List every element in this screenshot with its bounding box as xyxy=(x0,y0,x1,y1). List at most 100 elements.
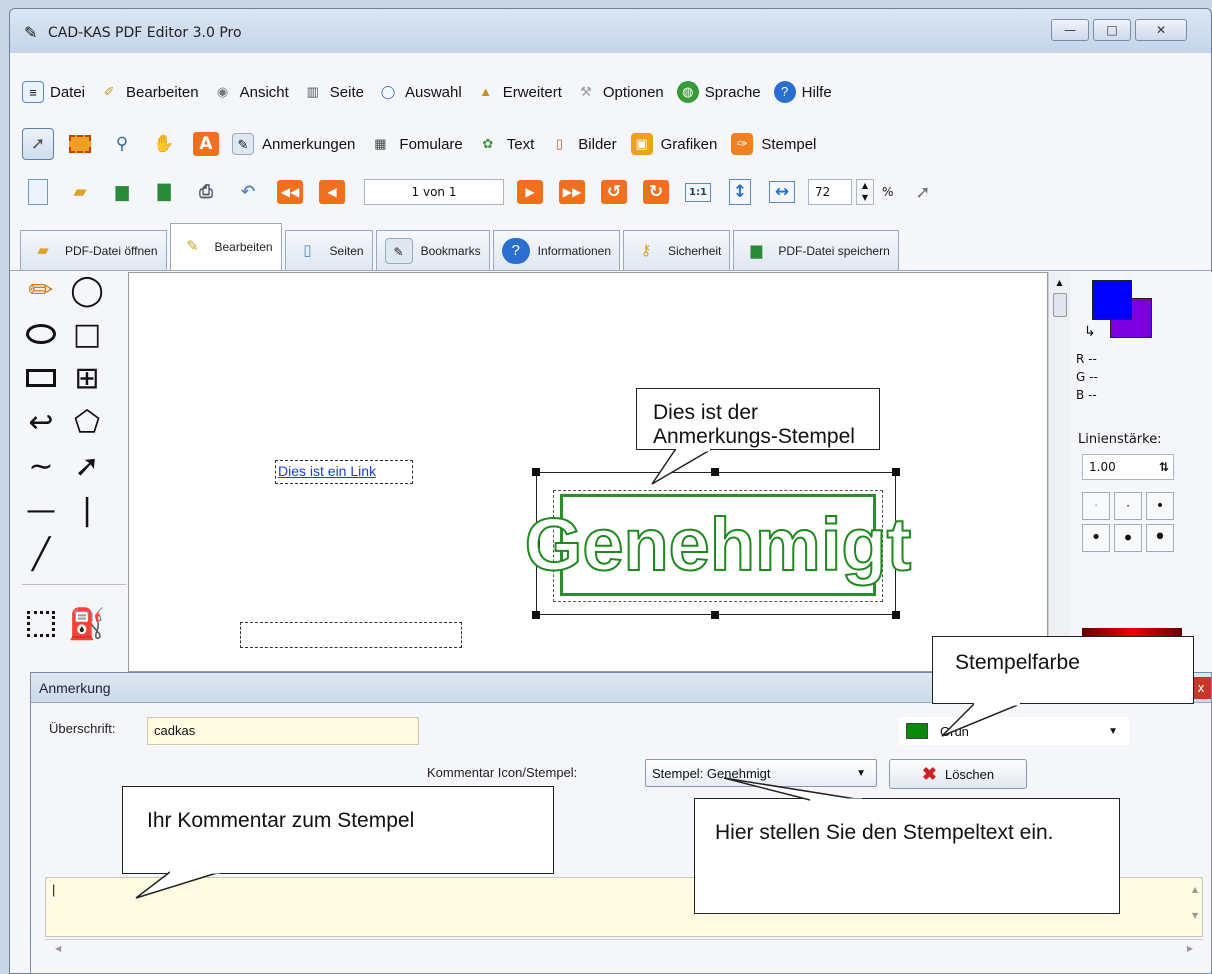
resize-handle[interactable] xyxy=(532,611,540,619)
brush-tool-icon[interactable]: ✏ xyxy=(22,272,60,308)
forms-tool[interactable]: ▦ Fomulare xyxy=(369,133,463,155)
magnifier-icon: ◉ xyxy=(216,84,229,99)
primary-color-swatch[interactable] xyxy=(1092,280,1132,320)
link-annotation[interactable]: Dies ist ein Link xyxy=(275,460,413,484)
tab-bookmarks[interactable]: ✎ Bookmarks xyxy=(375,230,490,270)
menu-auswahl[interactable]: ◯ Auswahl xyxy=(377,81,462,103)
menu-sprache[interactable]: ◍ Sprache xyxy=(676,81,761,103)
page-indicator-field[interactable]: 1 von 1 xyxy=(364,179,504,205)
horizontal-line-tool-icon[interactable]: — xyxy=(22,492,60,528)
select-arrow-button[interactable]: ➚ xyxy=(22,128,54,160)
first-page-button[interactable]: ◀◀ xyxy=(274,176,306,208)
save-button[interactable]: ▆ xyxy=(106,176,138,208)
delete-button[interactable]: ✖ Löschen xyxy=(889,759,1027,789)
comment-hscroll[interactable]: ◀ ▶ xyxy=(45,939,1203,957)
marquee-button[interactable] xyxy=(64,128,96,160)
open-folder-button[interactable]: ▰ xyxy=(64,176,96,208)
last-page-button[interactable]: ▶▶ xyxy=(556,176,588,208)
polygon-tool-icon[interactable]: ⬠ xyxy=(68,404,106,440)
images-tool[interactable]: ▯ Bilder xyxy=(548,133,617,155)
save-as-button[interactable]: ▇ xyxy=(148,176,180,208)
scroll-thumb[interactable] xyxy=(1052,293,1067,317)
resize-handle[interactable] xyxy=(532,468,540,476)
resize-handle[interactable] xyxy=(892,611,900,619)
maximize-button[interactable]: □ xyxy=(1093,19,1131,41)
menu-ansicht[interactable]: ◉ Ansicht xyxy=(212,81,289,103)
hand-button[interactable]: ✋ xyxy=(148,128,180,160)
next-page-button[interactable]: ▶ xyxy=(514,176,546,208)
dot-size-6[interactable]: • xyxy=(1146,524,1174,552)
tab-open-pdf[interactable]: ▰ PDF-Datei öffnen xyxy=(20,230,167,270)
menu-seite[interactable]: ▥ Seite xyxy=(302,81,364,103)
minimize-button[interactable]: — xyxy=(1051,19,1089,41)
close-button[interactable]: ✕ xyxy=(1135,19,1187,41)
undo-button[interactable]: ↶ xyxy=(232,176,264,208)
graphics-tool[interactable]: ▣ Grafiken xyxy=(630,133,717,155)
menu-hilfe[interactable]: ? Hilfe xyxy=(773,81,832,103)
zoom-button[interactable]: ⚲ xyxy=(106,128,138,160)
dot-size-4[interactable]: • xyxy=(1082,524,1110,552)
toolbar-file: ▰ ▆ ▇ ⎙ ↶ ◀◀ ◀ 1 von 1 ▶ ▶▶ ↺ ↻ 1:1 ↕ ↔ … xyxy=(10,169,1211,215)
tab-pages[interactable]: ▯ Seiten xyxy=(284,230,373,270)
rotate-right-button[interactable]: ↻ xyxy=(640,176,672,208)
dialog-close-button[interactable]: x xyxy=(1191,677,1211,699)
book-icon: ▥ xyxy=(306,84,319,99)
menu-datei[interactable]: ≡ Datei xyxy=(22,81,85,103)
text-tool-button[interactable]: A xyxy=(190,128,222,160)
circle-tool-icon[interactable]: ◯ xyxy=(68,272,106,308)
menu-erweitert[interactable]: ▲ Erweitert xyxy=(475,81,562,103)
fit-width-button[interactable]: ↔ xyxy=(766,176,798,208)
annotations-tool[interactable]: ✎ Anmerkungen xyxy=(232,133,355,155)
zoom-input[interactable]: 72 xyxy=(808,179,852,205)
speech-bubble-icon: ◯ xyxy=(380,84,396,99)
empty-annotation-box[interactable] xyxy=(240,622,462,648)
tab-security[interactable]: ⚷ Sicherheit xyxy=(623,230,731,270)
print-button[interactable]: ⎙ xyxy=(190,176,222,208)
actual-size-button[interactable]: 1:1 xyxy=(682,176,714,208)
square-tool-icon[interactable]: □ xyxy=(68,316,106,352)
prev-page-button[interactable]: ◀ xyxy=(316,176,348,208)
pages-icon: ▯ xyxy=(303,241,312,259)
spinner-icon[interactable]: ⇅ xyxy=(1159,455,1169,479)
comment-vscroll[interactable]: ▲ ▼ xyxy=(1187,877,1203,937)
selection-tool-icon[interactable] xyxy=(22,606,60,642)
resize-handle[interactable] xyxy=(711,611,719,619)
dot-size-2[interactable]: · xyxy=(1114,492,1142,520)
tab-information[interactable]: ? Informationen xyxy=(492,230,620,270)
tab-edit[interactable]: ✎ Bearbeiten xyxy=(169,223,282,270)
dialog-title: Anmerkung xyxy=(39,680,111,696)
ellipse-tool-icon[interactable] xyxy=(22,316,60,352)
heading-label: Überschrift: xyxy=(49,721,116,736)
canvas-vertical-scrollbar[interactable]: ▲ xyxy=(1048,272,1070,672)
stamp-tool[interactable]: ✑ Stempel xyxy=(731,133,816,155)
table-tool-icon[interactable]: ⊞ xyxy=(68,360,106,396)
stamp-genehmigt[interactable]: Genehmigt xyxy=(524,494,912,596)
actual-size-icon: 1:1 xyxy=(685,182,711,202)
fill-bucket-icon[interactable]: ⛽ xyxy=(68,606,106,642)
dot-size-5[interactable]: • xyxy=(1114,524,1142,552)
zoom-spinner[interactable]: ▲ ▼ xyxy=(856,179,874,205)
tab-label: PDF-Datei öffnen xyxy=(65,243,158,258)
heading-input[interactable]: cadkas xyxy=(147,717,419,745)
curve-tool-icon[interactable]: ∼ xyxy=(22,448,60,484)
polyline-tool-icon[interactable]: ↩ xyxy=(22,404,60,440)
rectangle-tool-icon[interactable] xyxy=(22,360,60,396)
swap-colors-icon[interactable]: ↳ xyxy=(1084,324,1096,340)
pointer-icon[interactable]: ➚ xyxy=(915,182,930,203)
rotate-left-button[interactable]: ↺ xyxy=(598,176,630,208)
text-tool[interactable]: ✿ Text xyxy=(477,133,534,155)
vertical-line-tool-icon[interactable]: | xyxy=(68,492,106,528)
fit-height-button[interactable]: ↕ xyxy=(724,176,756,208)
scroll-up-arrow[interactable]: ▲ xyxy=(1049,278,1070,287)
diagonal-line-tool-icon[interactable]: ╱ xyxy=(22,536,60,572)
menu-bearbeiten[interactable]: ✐ Bearbeiten xyxy=(98,81,199,103)
dot-size-1[interactable]: · xyxy=(1082,492,1110,520)
line-width-input[interactable]: 1.00 ⇅ xyxy=(1082,454,1174,480)
arrow-tool-icon[interactable]: ➚ xyxy=(68,448,106,484)
tab-save-pdf[interactable]: ▆ PDF-Datei speichern xyxy=(733,230,899,270)
title-bar[interactable]: ✎ CAD-KAS PDF Editor 3.0 Pro — □ ✕ xyxy=(10,9,1211,53)
new-document-button[interactable] xyxy=(22,176,54,208)
resize-handle[interactable] xyxy=(892,468,900,476)
menu-optionen[interactable]: ⚒ Optionen xyxy=(575,81,664,103)
dot-size-3[interactable]: • xyxy=(1146,492,1174,520)
